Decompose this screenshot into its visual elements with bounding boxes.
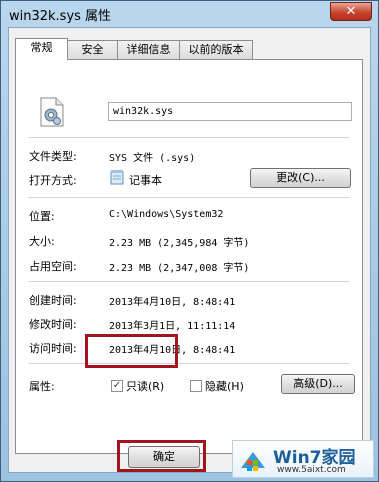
file-name-field[interactable]: win32k.sys [108, 102, 352, 121]
readonly-checkbox[interactable]: ✓ [111, 380, 123, 392]
attributes-label: 属性: [29, 380, 55, 393]
divider [28, 281, 350, 282]
tab-previous-versions[interactable]: 以前的版本 [179, 40, 253, 59]
divider [28, 137, 350, 138]
open-with-label: 打开方式: [29, 174, 77, 187]
file-type-value: SYS 文件 (.sys) [109, 153, 196, 164]
size-on-disk-value: 2.23 MB (2,347,008 字节) [109, 263, 250, 274]
ok-highlight [117, 440, 206, 472]
file-type-label: 文件类型: [29, 150, 77, 163]
size-value: 2.23 MB (2,345,984 字节) [109, 238, 250, 249]
windows-logo-icon [239, 446, 267, 474]
divider [28, 197, 350, 198]
window-title: win32k.sys 属性 [9, 9, 112, 24]
created-value: 2013年4月10日, 8:48:41 [109, 297, 236, 308]
created-label: 创建时间: [29, 294, 77, 307]
properties-window: win32k.sys 属性 ✕ 常规 安全 详细信息 以前的版本 win32k.… [0, 0, 379, 482]
hidden-label[interactable]: 隐藏(H) [205, 378, 244, 394]
general-panel: win32k.sys 文件类型: SYS 文件 (.sys) 打开方式: 记事本… [15, 59, 363, 454]
notepad-icon [110, 170, 124, 185]
system-file-icon [38, 97, 66, 127]
location-label: 位置: [29, 210, 55, 223]
readonly-highlight [85, 334, 178, 368]
accessed-label: 访问时间: [29, 342, 77, 355]
change-button[interactable]: 更改(C)... [250, 168, 351, 188]
size-on-disk-label: 占用空间: [29, 260, 77, 273]
divider [28, 363, 350, 364]
advanced-button[interactable]: 高级(D)... [281, 374, 355, 394]
dialog-client: 常规 安全 详细信息 以前的版本 win32k.sys 文件类型: SYS 文件… [8, 27, 371, 473]
modified-value: 2013年3月1日, 11:11:14 [109, 321, 236, 332]
close-button[interactable]: ✕ [330, 2, 372, 21]
modified-label: 修改时间: [29, 318, 77, 331]
location-value: C:\Windows\System32 [109, 209, 224, 220]
watermark-url: www.5aixt.com [277, 465, 346, 475]
tab-details[interactable]: 详细信息 [117, 40, 180, 59]
tab-security[interactable]: 安全 [67, 40, 118, 59]
site-watermark: Win7家园 www.5aixt.com [232, 440, 374, 478]
size-label: 大小: [29, 235, 55, 248]
readonly-label[interactable]: 只读(R) [126, 378, 164, 394]
tab-general[interactable]: 常规 [15, 38, 68, 60]
hidden-checkbox[interactable] [190, 380, 202, 392]
open-with-value: 记事本 [129, 174, 162, 187]
